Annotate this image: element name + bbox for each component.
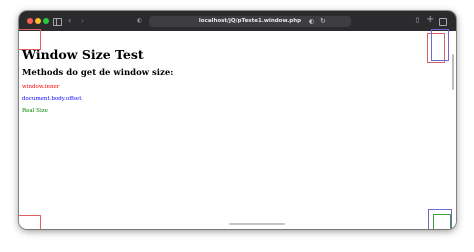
minimize-window-button[interactable] bbox=[35, 18, 41, 24]
address-bar[interactable]: localhost/jQ/pTeste1.window.php ◐ ↻ bbox=[149, 16, 351, 27]
horizontal-scrollbar[interactable] bbox=[229, 223, 285, 225]
marker-box-bottom-left-red bbox=[19, 215, 41, 229]
page-content: Window Size Test Methods do get de windo… bbox=[19, 29, 456, 229]
translate-icon[interactable]: ◐ bbox=[309, 16, 314, 26]
reload-icon[interactable]: ↻ bbox=[320, 16, 326, 26]
browser-window: ‹ › ◐ localhost/jQ/pTeste1.window.php ◐ … bbox=[19, 11, 456, 229]
method-document-body-offset: document.body.offset bbox=[22, 96, 82, 102]
close-window-button[interactable] bbox=[27, 18, 33, 24]
page-subtitle: Methods do get de window size: bbox=[22, 68, 174, 78]
back-arrow-icon[interactable]: ‹ bbox=[68, 16, 71, 26]
marker-box-bottom-right-green bbox=[433, 214, 451, 229]
sidebar-toggle-icon[interactable] bbox=[53, 18, 62, 26]
marker-box-top-right-blue bbox=[431, 29, 449, 61]
method-window-inner: window.inner bbox=[22, 84, 60, 90]
tab-overview-icon[interactable] bbox=[439, 18, 447, 26]
vertical-scrollbar[interactable] bbox=[452, 54, 454, 90]
new-tab-icon[interactable]: + bbox=[426, 15, 434, 25]
share-icon[interactable]: ⇧ bbox=[414, 16, 421, 26]
marker-box-top-left-red bbox=[19, 29, 41, 50]
forward-arrow-icon[interactable]: › bbox=[81, 16, 84, 26]
zoom-window-button[interactable] bbox=[43, 18, 49, 24]
privacy-shield-icon[interactable]: ◐ bbox=[137, 16, 142, 26]
browser-toolbar: ‹ › ◐ localhost/jQ/pTeste1.window.php ◐ … bbox=[19, 11, 456, 31]
method-real-size: Real Size bbox=[22, 108, 48, 114]
